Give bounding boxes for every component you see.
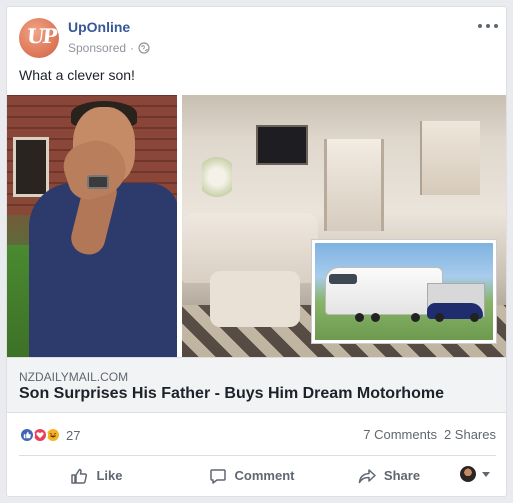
reaction-identity-selector[interactable] [460, 466, 490, 482]
sponsored-label[interactable]: Sponsored [68, 41, 126, 55]
share-button[interactable]: Share [329, 456, 449, 496]
share-button-label: Share [383, 468, 421, 483]
caret-down-icon [482, 471, 490, 477]
comment-share-counts: 7 Comments 2 Shares [363, 427, 496, 442]
comments-count-link[interactable]: 7 Comments [363, 427, 437, 442]
like-reaction-icon [19, 427, 35, 443]
comment-bubble-icon [209, 468, 226, 484]
like-button-label: Like [96, 468, 123, 483]
user-avatar [460, 466, 476, 482]
thumbs-up-icon [71, 468, 88, 484]
more-options-icon[interactable] [478, 19, 498, 33]
link-domain: NZDAILYMAIL.COM [19, 370, 129, 384]
post-message: What a clever son! [19, 67, 135, 83]
meta-separator: · [130, 41, 135, 55]
globe-icon [138, 42, 150, 54]
like-button[interactable]: Like [19, 456, 174, 496]
link-headline[interactable]: Son Surprises His Father - Buys Him Drea… [19, 385, 444, 403]
shares-count-link[interactable]: 2 Shares [444, 427, 496, 442]
page-name-link[interactable]: UpOnline [68, 19, 130, 35]
comment-button-label: Comment [234, 468, 295, 483]
page-avatar-logo: UP [25, 24, 57, 48]
share-arrow-icon [358, 468, 376, 483]
motorhome-interior-photo [182, 95, 506, 357]
post-header: UP UpOnline Sponsored · [7, 7, 506, 62]
father-photo [7, 95, 177, 357]
post-action-bar: Like Comment Share [19, 455, 496, 495]
reaction-count: 27 [66, 427, 81, 443]
link-preview-image[interactable] [7, 95, 506, 357]
post-meta: Sponsored · [68, 41, 150, 55]
engagement-bar: 27 7 Comments 2 Shares [7, 413, 506, 455]
page-avatar[interactable]: UP [19, 18, 59, 58]
reactions-summary[interactable]: 27 [19, 427, 80, 443]
motorhome-exterior-inset [312, 240, 496, 343]
link-preview-caption[interactable]: NZDAILYMAIL.COM Son Surprises His Father… [7, 357, 506, 413]
sponsored-post-card: UP UpOnline Sponsored · What a clever so… [6, 6, 507, 497]
comment-button[interactable]: Comment [174, 456, 329, 496]
